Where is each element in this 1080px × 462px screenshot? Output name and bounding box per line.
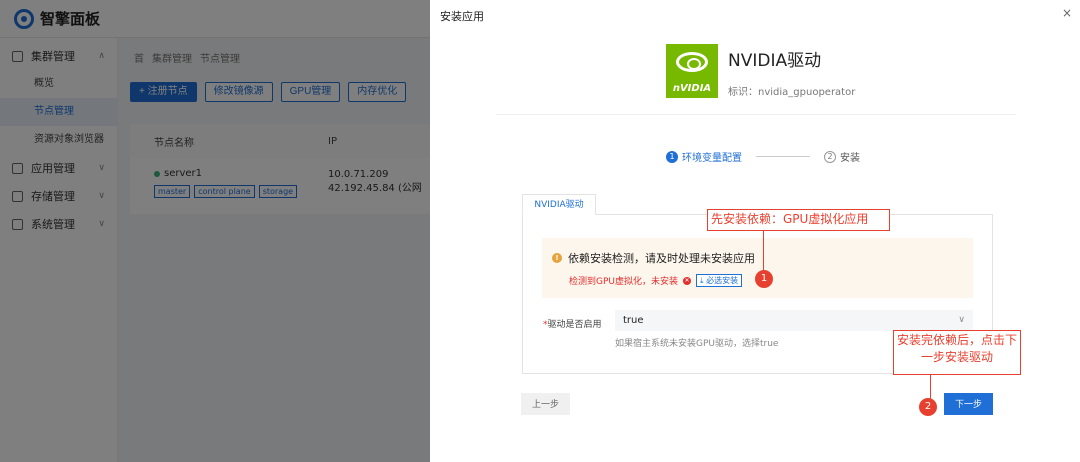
alert-title: 依赖安装检测，请及时处理未安装应用 — [568, 252, 755, 265]
alert-detail: 检测到GPU虚拟化，未安装 — [569, 277, 678, 287]
drawer-title: 安装应用 — [440, 10, 484, 23]
annotation-callout-2: 安装完依赖后，点击下一步安装驱动 — [893, 330, 1021, 375]
driver-enabled-label: *驱动是否启用 — [543, 320, 602, 330]
step-label: 安装 — [840, 153, 860, 164]
select-value: true — [623, 315, 644, 326]
nvidia-logo-text: nVIDIA — [672, 83, 712, 94]
app-info: nVIDIA NVIDIA驱动 标识：nvidia_gpuoperator — [666, 44, 855, 98]
annotation-line — [763, 231, 764, 271]
nvidia-logo-icon: nVIDIA — [666, 44, 718, 98]
error-icon: ✕ — [683, 276, 691, 285]
step-label: 环境变量配置 — [682, 153, 742, 164]
warning-icon: ! — [552, 253, 562, 263]
driver-enabled-hint: 如果宿主系统未安装GPU驱动，选择true — [615, 339, 779, 349]
dependency-alert: ! 依赖安装检测，请及时处理未安装应用 检测到GPU虚拟化，未安装 ✕ ⤓ 必选… — [542, 238, 973, 298]
steps: 1 环境变量配置 2 安装 — [666, 149, 860, 164]
step-number: 2 — [824, 150, 836, 163]
tab-nvidia-driver[interactable]: NVIDIA驱动 — [522, 194, 596, 215]
app-name: NVIDIA驱动 — [728, 51, 822, 71]
install-app-drawer: 安装应用 × nVIDIA NVIDIA驱动 标识：nvidia_gpuoper… — [430, 0, 1080, 462]
close-icon[interactable]: × — [1062, 6, 1072, 20]
driver-enabled-select[interactable]: true ∨ — [615, 310, 973, 331]
app-identifier: 标识：nvidia_gpuoperator — [728, 87, 856, 98]
annotation-callout-1: 先安装依赖：GPU虚拟化应用 — [707, 209, 890, 231]
annotation-marker-2: 2 — [919, 398, 937, 416]
prev-step-button[interactable]: 上一步 — [521, 393, 570, 415]
step-connector — [756, 156, 810, 157]
annotation-marker-1: 1 — [755, 270, 773, 288]
divider — [496, 114, 1016, 115]
step-number: 1 — [666, 150, 678, 163]
chevron-down-icon: ∨ — [958, 315, 965, 325]
required-install-button[interactable]: ⤓ 必选安装 — [696, 274, 743, 287]
annotation-line — [930, 375, 931, 399]
next-step-button[interactable]: 下一步 — [944, 393, 993, 415]
